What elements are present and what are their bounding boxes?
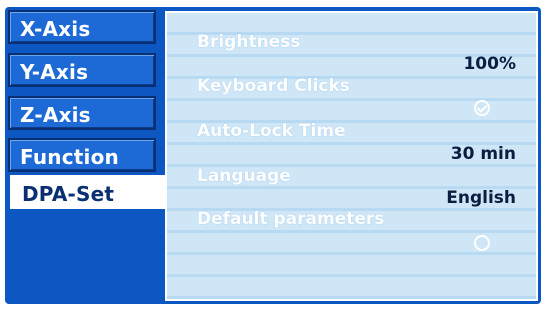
language-value[interactable]: English (446, 188, 516, 208)
auto-lock-label: Auto-Lock Time (197, 121, 346, 141)
keyboard-clicks-label: Keyboard Clicks (197, 76, 350, 96)
brightness-label: Brightness (197, 32, 301, 52)
auto-lock-value[interactable]: 30 min (451, 144, 516, 164)
checkmark-icon (476, 102, 488, 113)
screen-frame: X-Axis Y-Axis Z-Axis Function DPA-Set Br… (5, 7, 541, 304)
sidebar-item-y-axis[interactable]: Y-Axis (8, 53, 156, 87)
sidebar-item-function[interactable]: Function (8, 138, 156, 172)
default-parameters-label: Default parameters (197, 209, 385, 229)
keyboard-clicks-toggle[interactable] (474, 100, 490, 116)
sidebar-item-z-axis[interactable]: Z-Axis (8, 96, 156, 130)
brightness-value[interactable]: 100% (463, 54, 516, 74)
sidebar-item-x-axis[interactable]: X-Axis (8, 10, 156, 44)
language-label: Language (197, 166, 291, 186)
sidebar-item-dpa-set[interactable]: DPA-Set (10, 175, 170, 209)
settings-panel: Brightness 100% Keyboard Clicks Auto-Loc… (165, 11, 538, 301)
sidebar: X-Axis Y-Axis Z-Axis Function DPA-Set (5, 7, 170, 304)
default-parameters-toggle[interactable] (474, 235, 490, 251)
